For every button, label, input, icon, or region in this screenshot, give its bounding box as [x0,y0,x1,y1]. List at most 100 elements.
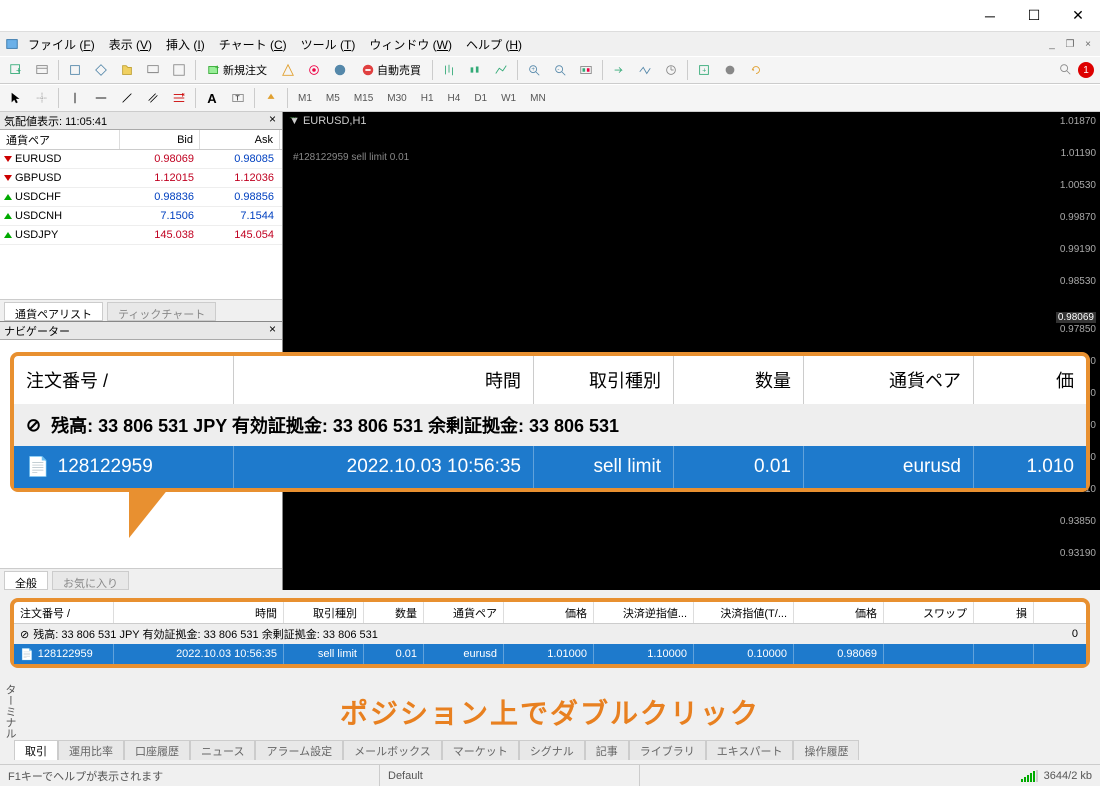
terminal-tab[interactable]: 操作履歴 [793,740,859,760]
update-button[interactable] [744,59,768,81]
terminal-button[interactable] [141,59,165,81]
timeframe-M15[interactable]: M15 [348,90,379,107]
terminal-tab[interactable]: シグナル [519,740,585,760]
fibonacci-button[interactable]: F [167,87,191,109]
terminal-col[interactable]: 注文番号 / [14,602,114,623]
mdi-restore-icon[interactable]: ❐ [1062,36,1078,52]
horizontal-line-button[interactable] [89,87,113,109]
zoom-out-button[interactable]: - [548,59,572,81]
terminal-col[interactable]: 数量 [364,602,424,623]
terminal-tab[interactable]: ニュース [190,740,255,760]
marketwatch-row[interactable]: USDJPY 145.038 145.054 [0,226,282,245]
terminal-tab[interactable]: エキスパート [706,740,794,760]
col-price[interactable]: 価 [974,356,1086,404]
col-order-number[interactable]: 注文番号 / [14,356,234,404]
terminal-tab[interactable]: 記事 [585,740,629,760]
timeframe-MN[interactable]: MN [524,90,552,107]
new-chart-button[interactable]: + [4,59,28,81]
marketwatch-row[interactable]: USDCNH 7.1506 7.1544 [0,207,282,226]
timeframe-M5[interactable]: M5 [320,90,346,107]
line-chart-button[interactable] [489,59,513,81]
menu-item[interactable]: 挿入 (I) [160,33,211,56]
terminal-tab[interactable]: 運用比率 [58,740,124,760]
chart-area[interactable]: ▼ EURUSD,H1 #128122959 sell limit 0.01 [283,112,1100,590]
terminal-col[interactable]: 価格 [504,602,594,623]
signals-button[interactable] [302,59,326,81]
search-icon[interactable] [1058,62,1072,79]
minimize-button[interactable]: ─ [968,0,1012,32]
profiles-button[interactable] [30,59,54,81]
zoom-in-button[interactable]: + [522,59,546,81]
navigator-button[interactable] [115,59,139,81]
crosshair-button[interactable] [30,87,54,109]
terminal-col[interactable]: 時間 [114,602,284,623]
marketwatch-row[interactable]: GBPUSD 1.12015 1.12036 [0,169,282,188]
col-type[interactable]: 取引種別 [534,356,674,404]
marketwatch-row[interactable]: EURUSD 0.98069 0.98085 [0,150,282,169]
marketwatch-row[interactable]: USDCHF 0.98836 0.98856 [0,188,282,207]
periodicity-button[interactable] [659,59,683,81]
timeframe-M1[interactable]: M1 [292,90,318,107]
vertical-line-button[interactable] [63,87,87,109]
tab-symbol-list[interactable]: 通貨ペアリスト [4,302,103,321]
terminal-col[interactable]: 取引種別 [284,602,364,623]
arrows-button[interactable] [259,87,283,109]
menu-item[interactable]: ファイル (F) [22,33,101,56]
notification-badge[interactable]: 1 [1078,62,1094,78]
tab-tick-chart[interactable]: ティックチャート [107,302,216,321]
autotrade-button[interactable]: 自動売買 [354,59,428,81]
shift-button[interactable] [607,59,631,81]
maximize-button[interactable]: ☐ [1012,0,1056,32]
terminal-col[interactable]: スワップ [884,602,974,623]
templates-button[interactable]: + [692,59,716,81]
terminal-col[interactable]: 決済指値(T/... [694,602,794,623]
terminal-tab[interactable]: 口座履歴 [124,740,190,760]
auto-scroll-button[interactable] [574,59,598,81]
timeframe-M30[interactable]: M30 [381,90,412,107]
terminal-order-row[interactable]: 📄1281229592022.10.03 10:56:35sell limit0… [14,644,1086,664]
data-window-button[interactable] [89,59,113,81]
trendline-button[interactable] [115,87,139,109]
tab-favorites[interactable]: お気に入り [52,571,129,590]
terminal-tab[interactable]: マーケット [442,740,519,760]
text-button[interactable]: A [200,87,224,109]
metaquotes-button[interactable] [276,59,300,81]
strategy-tester-button[interactable] [167,59,191,81]
col-symbol[interactable]: 通貨ペア [804,356,974,404]
timeframe-W1[interactable]: W1 [495,90,522,107]
new-order-button[interactable]: +新規注文 [200,59,274,81]
timeframe-H1[interactable]: H1 [415,90,440,107]
menu-item[interactable]: チャート (C) [213,33,293,56]
object-list-button[interactable] [718,59,742,81]
menu-item[interactable]: ウィンドウ (W) [363,33,458,56]
terminal-col[interactable]: 決済逆指値... [594,602,694,623]
terminal-col[interactable]: 損 [974,602,1034,623]
menu-item[interactable]: ヘルプ (H) [460,33,528,56]
marketwatch-close-icon[interactable]: × [266,114,279,127]
close-button[interactable]: ✕ [1056,0,1100,32]
col-time[interactable]: 時間 [234,356,534,404]
timeframe-D1[interactable]: D1 [468,90,493,107]
menu-item[interactable]: ツール (T) [295,33,362,56]
indicators-button[interactable] [633,59,657,81]
col-lots[interactable]: 数量 [674,356,804,404]
text-label-button[interactable]: T [226,87,250,109]
terminal-tab[interactable]: ライブラリ [629,740,706,760]
terminal-col[interactable]: 価格 [794,602,884,623]
timeframe-H4[interactable]: H4 [442,90,467,107]
terminal-col[interactable]: 通貨ペア [424,602,504,623]
order-row-selected[interactable]: 📄128122959 2022.10.03 10:56:35 sell limi… [14,446,1086,488]
terminal-tab[interactable]: メールボックス [343,740,442,760]
navigator-close-icon[interactable]: × [266,324,279,337]
bar-chart-button[interactable] [437,59,461,81]
col-ask[interactable]: Ask [200,130,280,149]
market-button[interactable] [328,59,352,81]
equidistant-button[interactable] [141,87,165,109]
mdi-minimize-icon[interactable]: _ [1044,36,1060,52]
cursor-button[interactable] [4,87,28,109]
terminal-tab[interactable]: 取引 [14,740,58,760]
terminal-tab[interactable]: アラーム設定 [255,740,343,760]
col-symbol[interactable]: 通貨ペア [0,130,120,149]
tab-general[interactable]: 全般 [4,571,48,590]
menu-item[interactable]: 表示 (V) [103,33,158,56]
